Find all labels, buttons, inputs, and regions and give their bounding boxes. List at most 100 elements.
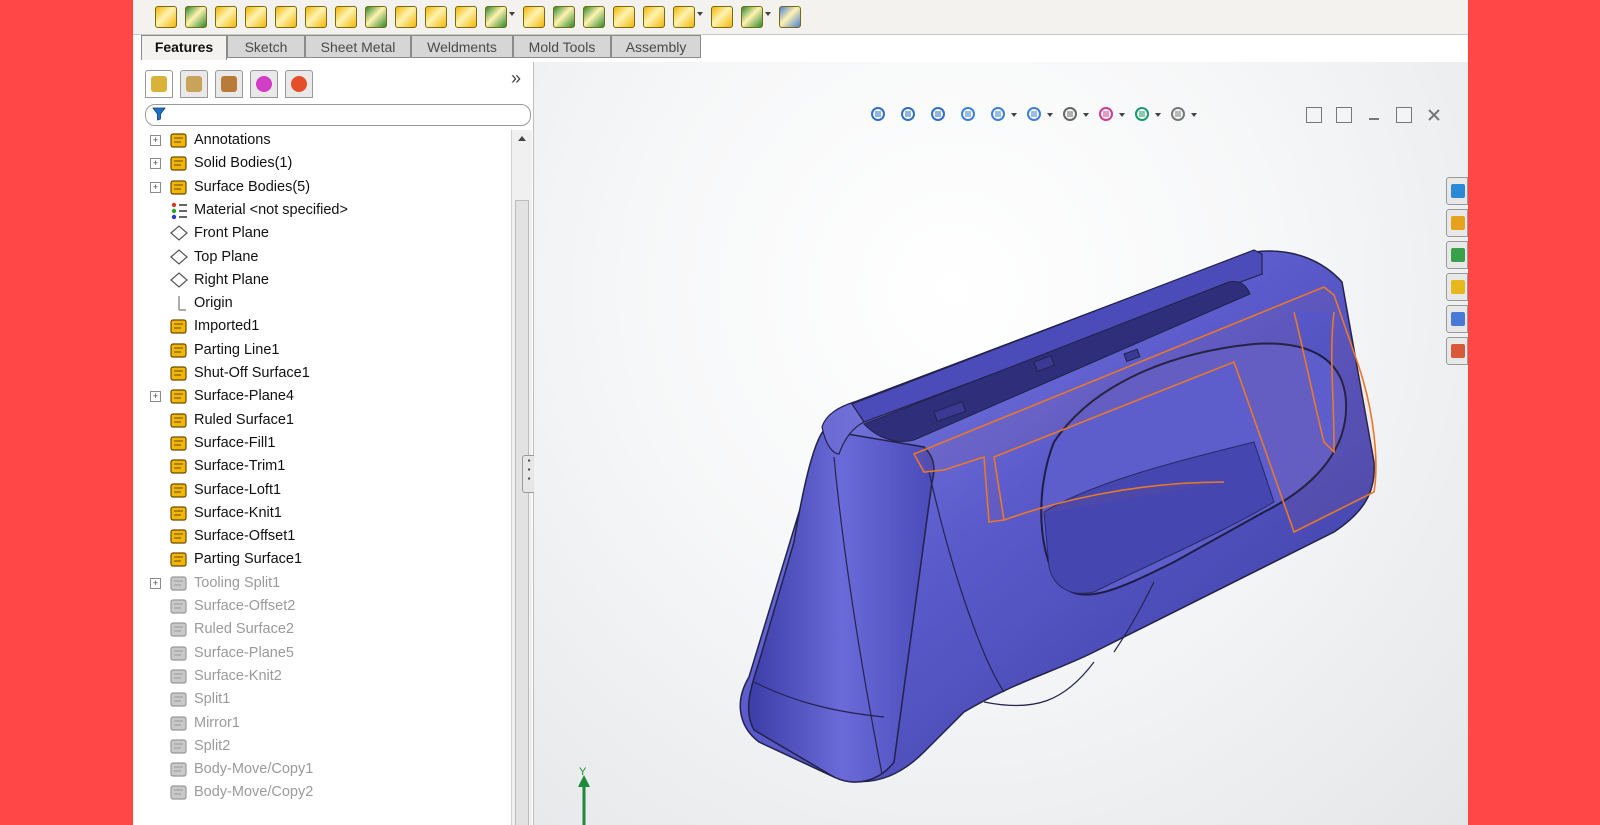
- property-manager-glyph-icon: [186, 76, 202, 92]
- tree-item[interactable]: + Solid Bodies(1): [141, 153, 511, 175]
- tree-item-label: Surface-Loft1: [194, 481, 282, 498]
- tree-item[interactable]: + Tooling Split1: [141, 573, 511, 595]
- linear-pattern-icon[interactable]: [485, 6, 507, 28]
- ruled-surface-icon: [169, 620, 189, 639]
- surface-bodies-icon: [169, 178, 189, 197]
- feature-manager-tabs: [141, 70, 533, 100]
- configuration-manager-tab-icon[interactable]: [215, 70, 243, 98]
- scroll-up-arrow[interactable]: [518, 136, 526, 141]
- surface-fill-icon[interactable]: [245, 6, 267, 28]
- move-face-icon[interactable]: [185, 6, 207, 28]
- tree-item[interactable]: + Surface Bodies(5): [141, 177, 511, 199]
- tree-item[interactable]: Split1: [141, 689, 511, 711]
- parting-surface-icon: [169, 550, 189, 569]
- lofted-boss-icon[interactable]: [613, 6, 635, 28]
- tree-item-label: Material <not specified>: [194, 201, 348, 218]
- tree-item[interactable]: Surface-Offset2: [141, 596, 511, 618]
- tree-item[interactable]: Parting Surface1: [141, 549, 511, 571]
- dropdown-arrow-icon[interactable]: [697, 12, 703, 16]
- tree-item[interactable]: Surface-Trim1: [141, 456, 511, 478]
- tree-item[interactable]: Surface-Plane5: [141, 643, 511, 665]
- shut-off-surface-icon[interactable]: [155, 6, 177, 28]
- tab-sheet-metal[interactable]: Sheet Metal: [305, 35, 411, 58]
- expand-node-button[interactable]: +: [150, 181, 161, 193]
- tree-item[interactable]: Surface-Offset1: [141, 526, 511, 548]
- 3d-model-view[interactable]: [534, 62, 1468, 825]
- tree-item[interactable]: Mirror1: [141, 713, 511, 735]
- draft-analysis-icon[interactable]: [395, 6, 417, 28]
- extruded-cut-icon[interactable]: [643, 6, 665, 28]
- tree-item-label: Surface-Knit2: [194, 667, 282, 684]
- dimxpert-manager-glyph-icon: [256, 76, 272, 92]
- tree-item[interactable]: Parting Line1: [141, 340, 511, 362]
- extruded-boss-icon[interactable]: [523, 6, 545, 28]
- tree-item-label: Solid Bodies(1): [194, 155, 293, 172]
- tree-item[interactable]: Surface-Knit2: [141, 666, 511, 688]
- tab-mold-tools[interactable]: Mold Tools: [513, 35, 611, 58]
- tree-item[interactable]: Body-Move/Copy2: [141, 782, 511, 804]
- tree-item[interactable]: Surface-Fill1: [141, 433, 511, 455]
- parting-line-icon[interactable]: [275, 6, 297, 28]
- graphics-area[interactable]: Y: [534, 62, 1468, 825]
- dimxpert-manager-tab-icon[interactable]: [250, 70, 278, 98]
- surface-fill-icon: [169, 434, 189, 453]
- tree-item-label: Front Plane: [194, 225, 269, 242]
- tree-item[interactable]: Surface-Loft1: [141, 480, 511, 502]
- feature-filter-input[interactable]: [145, 104, 531, 126]
- swept-boss-icon[interactable]: [583, 6, 605, 28]
- expand-node-button[interactable]: +: [150, 158, 161, 170]
- origin-icon: [169, 294, 189, 313]
- tree-item[interactable]: Right Plane: [141, 270, 511, 292]
- scrollbar-thumb[interactable]: [515, 200, 529, 825]
- expand-node-button[interactable]: +: [150, 391, 161, 403]
- tree-item[interactable]: + Surface-Plane4: [141, 386, 511, 408]
- dropdown-arrow-icon[interactable]: [509, 12, 515, 16]
- tree-item[interactable]: Imported1: [141, 316, 511, 338]
- ruled-surface-icon: [169, 411, 189, 430]
- reference-geometry-icon[interactable]: [711, 6, 733, 28]
- plane-icon: [169, 224, 189, 243]
- tab-weldments[interactable]: Weldments: [411, 35, 513, 58]
- expand-node-button[interactable]: +: [150, 577, 161, 589]
- feature-manager-tab-icon[interactable]: [145, 70, 173, 98]
- tree-item-label: Origin: [194, 295, 233, 312]
- surface-knit-icon: [169, 504, 189, 523]
- tree-item[interactable]: Material <not specified>: [141, 200, 511, 222]
- tree-item[interactable]: Ruled Surface2: [141, 619, 511, 641]
- display-manager-tab-icon[interactable]: [285, 70, 313, 98]
- surface-trim-icon: [169, 457, 189, 476]
- parting-surface-icon[interactable]: [455, 6, 477, 28]
- ruled-surface-icon[interactable]: [215, 6, 237, 28]
- tree-item[interactable]: + Annotations: [141, 130, 511, 152]
- expand-node-button[interactable]: +: [150, 135, 161, 146]
- tab-features[interactable]: Features: [141, 35, 227, 60]
- tree-item-label: Annotations: [194, 132, 271, 148]
- tree-item[interactable]: Shut-Off Surface1: [141, 363, 511, 385]
- tab-assembly[interactable]: Assembly: [611, 35, 701, 58]
- undercut-analysis-icon[interactable]: [425, 6, 447, 28]
- tree-item-label: Ruled Surface2: [194, 621, 294, 638]
- property-manager-tab-icon[interactable]: [180, 70, 208, 98]
- surface-offset-icon: [169, 527, 189, 546]
- tree-item[interactable]: Surface-Knit1: [141, 503, 511, 525]
- tree-item-label: Body-Move/Copy2: [194, 784, 314, 801]
- tree-item[interactable]: Split2: [141, 736, 511, 758]
- tooling-split-icon[interactable]: [305, 6, 327, 28]
- tab-sketch[interactable]: Sketch: [227, 35, 305, 58]
- core-icon[interactable]: [335, 6, 357, 28]
- insert-mold-folders-icon[interactable]: [365, 6, 387, 28]
- tree-item[interactable]: Body-Move/Copy1: [141, 759, 511, 781]
- filter-icon: [152, 107, 166, 121]
- tree-item[interactable]: Ruled Surface1: [141, 410, 511, 432]
- tree-item[interactable]: Origin: [141, 293, 511, 315]
- expand-panel-button[interactable]: »: [511, 68, 521, 89]
- fillet-icon[interactable]: [673, 6, 695, 28]
- curves-icon[interactable]: [741, 6, 763, 28]
- tooling-split-icon: [169, 574, 189, 593]
- dropdown-arrow-icon[interactable]: [765, 12, 771, 16]
- surface-knit-icon: [169, 667, 189, 686]
- revolved-boss-icon[interactable]: [553, 6, 575, 28]
- tree-item[interactable]: Top Plane: [141, 247, 511, 269]
- instant3d-icon[interactable]: [779, 6, 801, 28]
- tree-item[interactable]: Front Plane: [141, 223, 511, 245]
